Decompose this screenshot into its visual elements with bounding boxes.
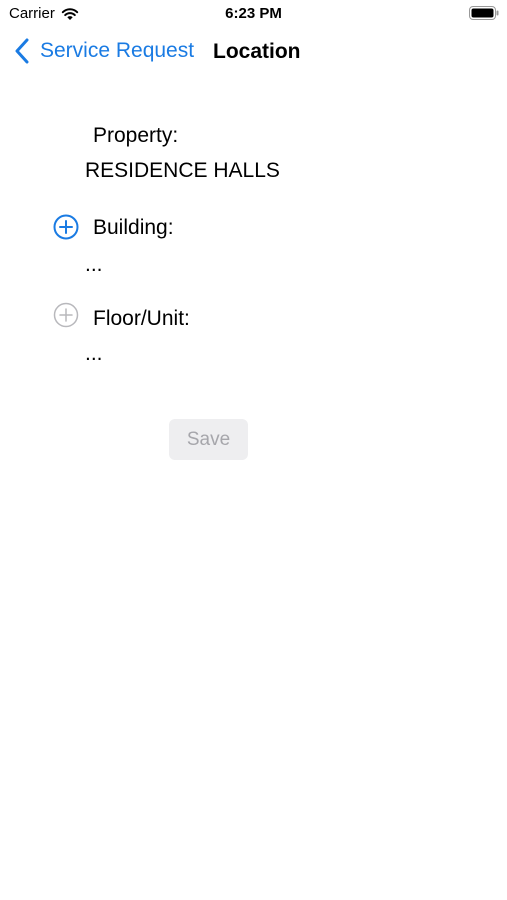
property-value: RESIDENCE HALLS	[85, 159, 280, 182]
page-title: Location	[213, 40, 301, 63]
back-button[interactable]: Service Request	[14, 38, 194, 64]
battery-icon	[469, 6, 499, 20]
save-button[interactable]: Save	[169, 419, 248, 460]
plus-circle-icon[interactable]	[53, 302, 79, 328]
floor-unit-label: Floor/Unit:	[93, 307, 190, 330]
building-value: ...	[85, 253, 103, 276]
chevron-left-icon	[15, 38, 29, 64]
navigation-bar: Service Request Location	[0, 28, 507, 76]
property-label: Property:	[93, 124, 179, 147]
status-bar: Carrier 6:23 PM	[0, 0, 507, 28]
back-button-label: Service Request	[40, 39, 195, 62]
building-label: Building:	[93, 216, 174, 239]
status-time: 6:23 PM	[225, 5, 282, 22]
floor-unit-value: ...	[85, 342, 103, 365]
plus-circle-icon[interactable]	[53, 214, 79, 240]
